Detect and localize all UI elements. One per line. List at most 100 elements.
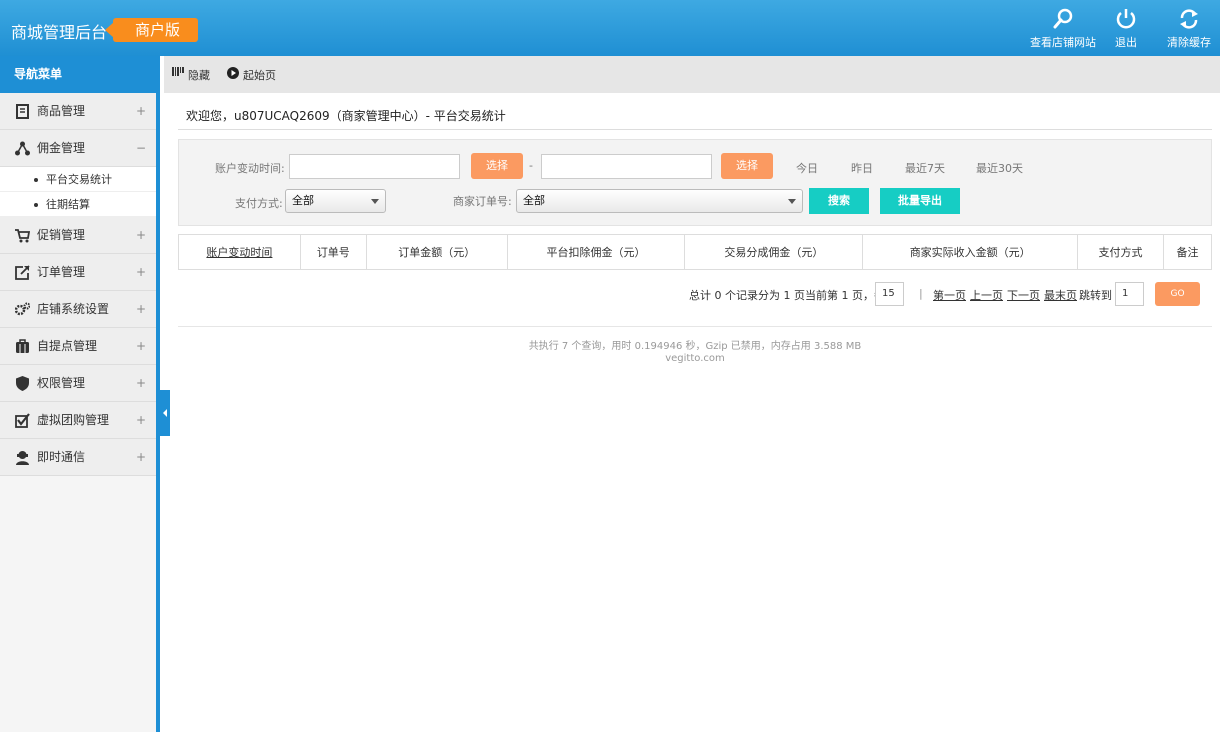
pager-summary: 总计 0 个记录分为 1 页当前第 1 页，每页 [689,289,896,302]
start-time-input[interactable] [289,154,460,179]
home-label: 起始页 [243,69,276,82]
home-page-button[interactable]: 起始页 [227,67,276,83]
play-circle-icon [227,67,239,79]
sidebar-item-label: 促销管理 [37,228,86,242]
col-merchant-income: 商家实际收入金额（元） [862,234,1079,270]
sidebar-item-permission[interactable]: 权限管理 + [0,365,156,402]
search-icon [1053,8,1073,29]
sidebar-item-label: 订单管理 [37,265,86,279]
quick-today[interactable]: 今日 [796,160,818,176]
pay-method-label: 支付方式: [235,197,283,210]
collapse-icon[interactable]: − [136,130,146,166]
sidebar-subitem-past-settlement[interactable]: 往期结算 [0,192,156,217]
expand-icon[interactable]: + [136,93,146,129]
sidebar-item-order[interactable]: 订单管理 + [0,254,156,291]
select-end-button[interactable]: 选择 [721,153,773,179]
select-start-button[interactable]: 选择 [471,153,523,179]
view-store-label: 查看店铺网站 [1030,36,1096,49]
edition-badge: 商户版 [104,18,199,42]
sidebar-item-label: 自提点管理 [37,339,98,353]
expand-icon[interactable]: + [136,291,146,327]
footer: 共执行 7 个查询，用时 0.194946 秒，Gzip 已禁用，内存占用 3.… [178,341,1212,365]
expand-icon[interactable]: + [136,365,146,401]
divider [178,326,1212,327]
sidebar-item-label: 商品管理 [37,104,86,118]
go-button[interactable]: GO [1155,282,1200,306]
cart-icon [15,229,30,243]
refresh-icon [1180,9,1198,29]
view-store-button[interactable]: 查看店铺网站 [1030,8,1096,50]
sidebar-item-label: 店铺系统设置 [37,302,110,316]
footer-stats: 共执行 7 个查询，用时 0.194946 秒，Gzip 已禁用，内存占用 3.… [528,341,862,352]
col-trade-commission: 交易分成佣金（元） [684,234,864,270]
pay-method-select[interactable]: 全部 [285,189,386,213]
power-icon [1116,9,1136,29]
sidebar-subitem-platform-stats[interactable]: 平台交易统计 [0,167,156,192]
prev-page-link[interactable]: 上一页 [970,287,1003,303]
logout-label: 退出 [1115,36,1137,49]
sidebar-item-pickup[interactable]: 自提点管理 + [0,328,156,365]
first-page-link[interactable]: 第一页 [933,287,966,303]
order-no-label: 商家订单号: [453,195,512,208]
logout-button[interactable]: 退出 [1110,8,1142,50]
end-time-input[interactable] [541,154,712,179]
jump-label: 跳转到 [1079,289,1112,302]
order-icon [15,265,30,280]
expand-icon[interactable]: + [136,254,146,290]
toolbar: 隐藏 起始页 [164,56,1220,93]
sidebar: 导航菜单 商品管理 + 佣金管理 − 平台交易统计 往期结算 促销管理 + 订单… [0,56,160,732]
per-page-input[interactable]: 15 [875,282,904,306]
col-platform-commission: 平台扣除佣金（元） [506,234,686,270]
col-order-no: 订单号 [299,234,367,270]
col-remark: 备注 [1162,234,1213,270]
stats-table: 账户变动时间 订单号 订单金额（元） 平台扣除佣金（元） 交易分成佣金（元） 商… [178,234,1213,270]
share-icon [15,141,30,156]
jump-page-input[interactable]: 1 [1115,282,1144,306]
time-label: 账户变动时间: [215,162,285,175]
hide-sidebar-button[interactable]: 隐藏 [172,67,210,83]
briefcase-icon [16,339,29,353]
order-no-select[interactable]: 全部 [516,189,803,213]
search-button[interactable]: 搜索 [809,188,869,214]
footer-site: vegitto.com [665,353,725,364]
gears-icon [15,302,30,316]
table-header-row: 账户变动时间 订单号 订单金额（元） 平台扣除佣金（元） 交易分成佣金（元） 商… [178,234,1213,270]
sidebar-item-group-buy[interactable]: 虚拟团购管理 + [0,402,156,439]
sidebar-item-im[interactable]: 即时通信 + [0,439,156,476]
col-pay-method: 支付方式 [1077,234,1164,270]
last-page-link[interactable]: 最末页 [1044,287,1077,303]
expand-icon[interactable]: + [136,439,146,475]
app-title: 商城管理后台 [11,23,108,42]
filter-panel: 账户变动时间: 选择 - 选择 今日 昨日 最近7天 最近30天 支付方式: 全… [178,139,1212,226]
user-chat-icon [16,451,29,465]
nav-title: 导航菜单 [0,56,156,93]
product-icon [16,104,29,119]
batch-export-button[interactable]: 批量导出 [880,188,960,214]
col-order-amount: 订单金额（元） [365,234,508,270]
col-change-time[interactable]: 账户变动时间 [178,234,301,270]
quick-yesterday[interactable]: 昨日 [851,160,873,176]
clear-cache-button[interactable]: 清除缓存 [1164,8,1214,50]
checkbox-icon [15,413,30,428]
sidebar-item-commission[interactable]: 佣金管理 − [0,130,156,167]
range-dash: - [529,159,533,172]
sidebar-item-store-settings[interactable]: 店铺系统设置 + [0,291,156,328]
quick-30days[interactable]: 最近30天 [976,160,1023,176]
quick-7days[interactable]: 最近7天 [905,160,945,176]
clear-cache-label: 清除缓存 [1167,36,1211,49]
sidebar-item-label: 权限管理 [37,376,86,390]
expand-icon[interactable]: + [136,217,146,253]
barcode-icon [172,67,184,76]
next-page-link[interactable]: 下一页 [1007,287,1040,303]
top-header: 商城管理后台 商户版 查看店铺网站 退出 清除缓存 [0,0,1220,56]
sidebar-collapse-handle[interactable] [160,390,170,436]
sidebar-item-product[interactable]: 商品管理 + [0,93,156,130]
expand-icon[interactable]: + [136,402,146,438]
page-title: 欢迎您，u807UCAQ2609（商家管理中心）- 平台交易统计 [178,100,1212,130]
sidebar-item-label: 虚拟团购管理 [37,413,110,427]
shield-icon [16,376,29,391]
sidebar-item-label: 即时通信 [37,450,86,464]
expand-icon[interactable]: + [136,328,146,364]
sidebar-item-promotion[interactable]: 促销管理 + [0,217,156,254]
hide-label: 隐藏 [188,69,210,82]
